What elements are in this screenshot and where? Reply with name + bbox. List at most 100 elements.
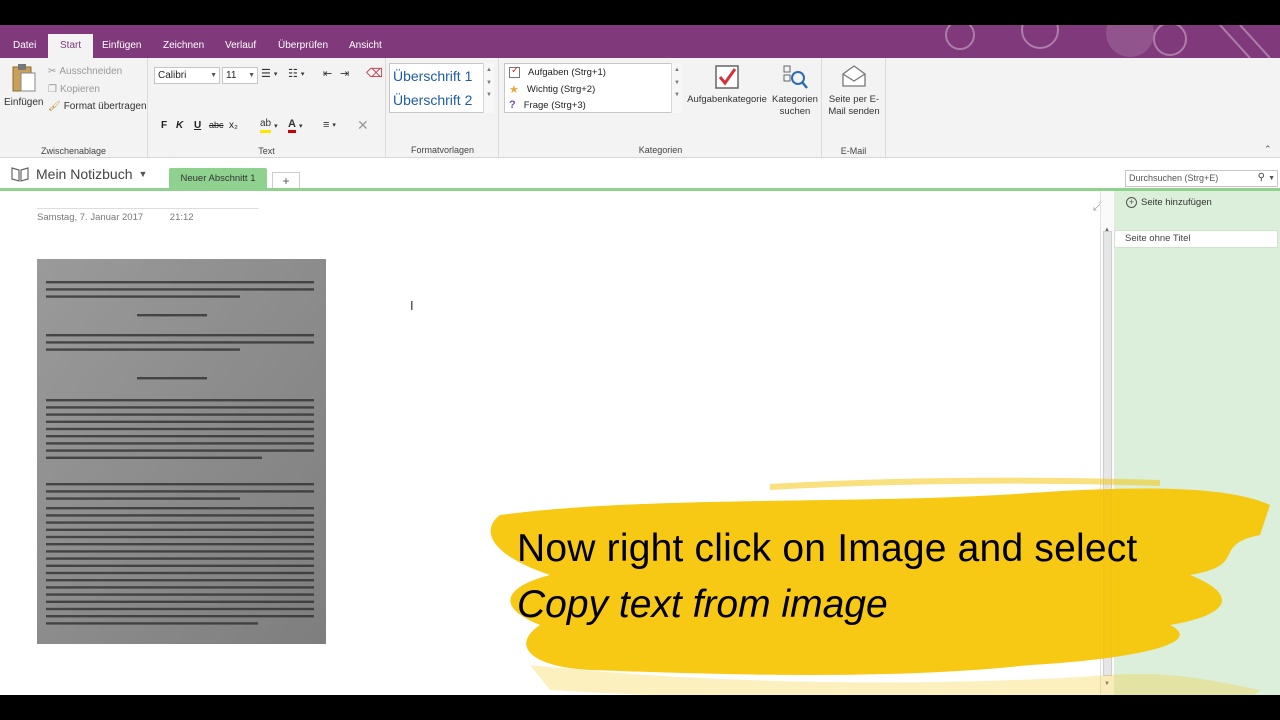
chevron-down-icon: ▼ (248, 72, 255, 79)
style-heading-2[interactable]: Überschrift 2 (393, 92, 472, 108)
email-label-1: Seite per E- (828, 94, 880, 105)
decrease-indent-button[interactable]: ⇤ (323, 67, 332, 80)
scan-text-line (46, 449, 314, 452)
todo-tag-button[interactable]: Aufgabenkategorie (685, 62, 769, 122)
tab-ansicht[interactable]: Ansicht (347, 34, 384, 58)
styles-gallery-scroll[interactable]: ▲ ▼ ▼ (483, 63, 494, 113)
scan-text-line (46, 413, 314, 416)
chevron-up-icon: ▲ (674, 67, 680, 73)
font-color-icon: A (288, 118, 296, 133)
styles-gallery[interactable]: Überschrift 1 Überschrift 2 (389, 63, 494, 113)
strikethrough-button[interactable]: abc (209, 120, 224, 130)
notebook-icon (11, 167, 29, 182)
close-icon: ✕ (357, 117, 369, 133)
notebook-bar: Mein Notizbuch ▼ Neuer Abschnitt 1 + Dur… (0, 159, 1280, 189)
tags-gallery[interactable]: ✓ Aufgaben (Strg+1) ★ Wichtig (Strg+2) ?… (504, 63, 682, 113)
todo-tag-label: Aufgabenkategorie (687, 94, 767, 105)
tab-start[interactable]: Start (48, 34, 94, 58)
paste-icon (12, 64, 36, 92)
tab-einfuegen[interactable]: Einfügen (100, 34, 143, 58)
add-page-button[interactable]: + Seite hinzufügen (1114, 191, 1280, 213)
numbered-list-icon: ☷ (288, 68, 298, 80)
scan-text-line (46, 281, 314, 284)
scan-text-line (46, 288, 314, 291)
style-heading-1[interactable]: Überschrift 1 (393, 68, 472, 84)
page-item-untitled[interactable]: Seite ohne Titel (1114, 230, 1278, 248)
expand-gallery-icon: ▼ (674, 92, 680, 98)
cut-button[interactable]: ✂ Ausschneiden (48, 66, 122, 77)
section-tab-neuer-abschnitt-1[interactable]: Neuer Abschnitt 1 (169, 168, 267, 189)
scan-text-line (46, 295, 240, 298)
highlight-button[interactable]: ab ▾ (260, 118, 278, 133)
add-section-button[interactable]: + (272, 172, 300, 189)
scan-text-line (46, 557, 314, 560)
email-page-button[interactable]: Seite per E- Mail senden (824, 62, 884, 122)
subscript-button[interactable]: x₂ (229, 120, 238, 131)
group-label-email: E-Mail (840, 146, 867, 156)
scan-text-line (46, 514, 314, 517)
tutorial-caption-line-2: Copy text from image (517, 583, 888, 626)
search-input[interactable]: Durchsuchen (Strg+E) ⚲ ▼ (1125, 170, 1278, 187)
star-icon: ★ (509, 84, 519, 96)
question-icon: ? (509, 99, 516, 111)
italic-button[interactable]: K (176, 120, 183, 131)
find-tags-label-1: Kategorien (772, 94, 818, 105)
increase-indent-button[interactable]: ⇥ (340, 67, 349, 80)
onenote-window: Datei Start Einfügen Zeichnen Verlauf Üb… (0, 25, 1280, 695)
collapse-ribbon-button[interactable]: ⌃ (1264, 144, 1272, 155)
paste-label: Einfügen (4, 97, 44, 108)
bullet-list-button[interactable]: ☰ ▾ (261, 67, 277, 80)
font-color-button[interactable]: A ▾ (288, 118, 302, 133)
scan-text-line (46, 497, 240, 500)
clear-format-button[interactable]: ⌫ (366, 66, 383, 80)
underline-button[interactable]: U (194, 120, 201, 131)
notebook-dropdown[interactable]: Mein Notizbuch ▼ (10, 166, 147, 182)
align-button[interactable]: ≡ ▾ (323, 119, 336, 131)
find-tags-label-2: suchen (779, 106, 811, 117)
group-clipboard: Einfügen ✂ Ausschneiden ❐ Kopieren 🖌 For… (0, 58, 148, 158)
email-label-2: Mail senden (828, 106, 880, 117)
scan-text-line (46, 535, 314, 539)
bullet-list-icon: ☰ (261, 68, 271, 80)
tab-zeichnen[interactable]: Zeichnen (161, 34, 206, 58)
page-date-time: Samstag, 7. Januar 2017 21:12 (37, 208, 259, 223)
chevron-down-icon: ▼ (138, 169, 148, 179)
numbered-list-button[interactable]: ☷ ▾ (288, 67, 304, 80)
tab-verlauf[interactable]: Verlauf (223, 34, 258, 58)
find-tags-label: Kategorien suchen (770, 94, 820, 118)
tab-ueberpruefen[interactable]: Überprüfen (276, 34, 330, 58)
tag-todo[interactable]: ✓ Aufgaben (Strg+1) (509, 65, 606, 78)
tab-datei[interactable]: Datei (11, 34, 38, 58)
envelope-icon (842, 65, 866, 87)
search-icon: ⚲ (1257, 172, 1265, 183)
tag-important[interactable]: ★ Wichtig (Strg+2) (509, 83, 595, 96)
paste-button[interactable]: Einfügen (3, 63, 43, 113)
tags-gallery-scroll[interactable]: ▲ ▼ ▼ (671, 63, 682, 113)
format-painter-button[interactable]: 🖌 Format übertragen (48, 101, 147, 112)
copy-button[interactable]: ❐ Kopieren (48, 84, 100, 95)
chevron-down-icon: ▾ (274, 122, 278, 130)
scan-text-line (46, 593, 314, 596)
tag-question[interactable]: ? Frage (Strg+3) (509, 99, 586, 111)
outdent-icon: ⇤ (323, 68, 333, 80)
chevron-down-icon: ▾ (300, 70, 305, 78)
group-text: Calibri ▼ 11 ▼ ☰ ▾ ☷ ▾ ⇤ ⇥ ⌫ F K U abc x₂ ab… (148, 58, 386, 158)
scan-text-line (46, 622, 258, 625)
chevron-down-icon: ▾ (332, 122, 336, 129)
group-label-clipboard: Zwischenablage (40, 146, 107, 156)
notebook-name: Mein Notizbuch (36, 166, 133, 182)
scan-text-line (46, 528, 314, 531)
bold-button[interactable]: F (161, 120, 167, 131)
scan-text-line (46, 348, 240, 351)
background-pattern-icon (945, 25, 1271, 58)
chevron-down-icon: ▾ (298, 122, 303, 130)
delete-button[interactable]: ✕ (357, 117, 369, 134)
font-name-value: Calibri (158, 70, 187, 81)
email-page-label: Seite per E- Mail senden (824, 94, 884, 118)
font-size-dropdown[interactable]: 11 ▼ (222, 67, 258, 84)
page-time: 21:12 (169, 212, 194, 223)
font-name-dropdown[interactable]: Calibri ▼ (154, 67, 220, 84)
scanned-document-image[interactable] (37, 259, 326, 644)
find-tags-button[interactable]: Kategorien suchen (770, 62, 820, 122)
eraser-icon: ⌫ (366, 66, 383, 80)
